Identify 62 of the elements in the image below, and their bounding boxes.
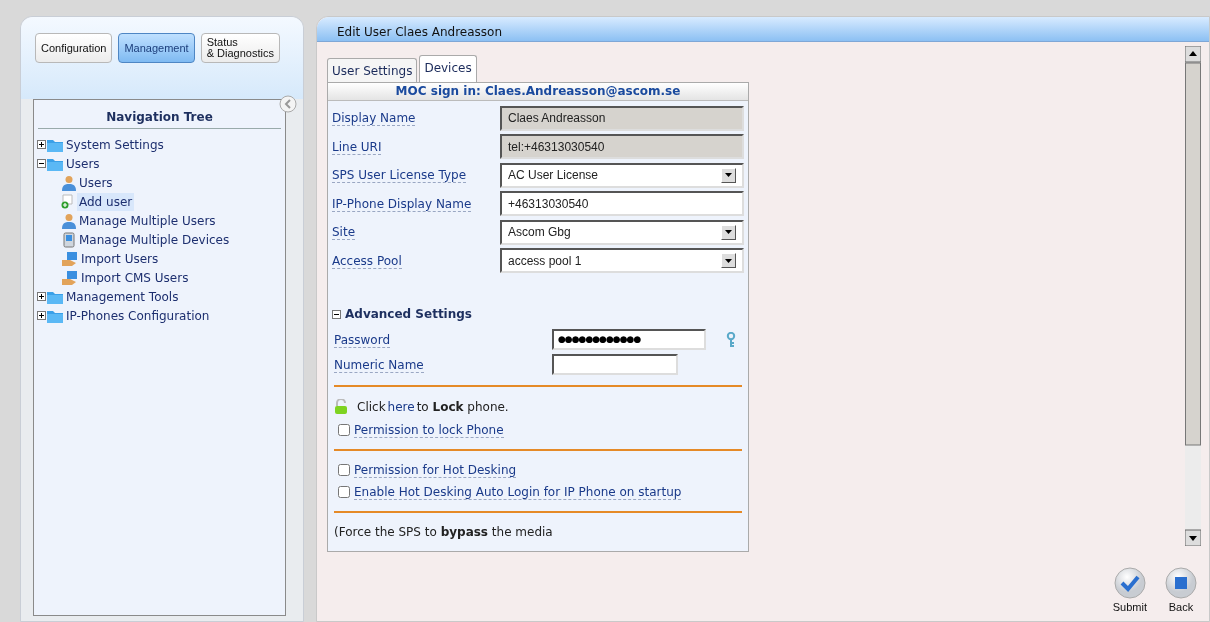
field-label: Line URI	[332, 139, 382, 155]
collapse-icon[interactable]	[37, 159, 46, 168]
nav-tab[interactable]: Status & Diagnostics	[200, 33, 280, 63]
form-header: MOC sign in: Claes.Andreasson@ascom.se	[328, 83, 748, 101]
checkbox-label[interactable]: Enable Hot Desking Auto Login for IP Phone on startup	[354, 484, 682, 500]
check-icon	[1113, 566, 1146, 599]
dropdown[interactable]: Ascom Gbg	[500, 219, 744, 245]
dropdown[interactable]: AC User License	[500, 162, 744, 188]
checkbox[interactable]	[338, 464, 350, 476]
tree-item[interactable]: Users	[77, 173, 115, 192]
tree-item[interactable]: Manage Multiple Users	[77, 211, 218, 230]
field-label: IP-Phone Display Name	[332, 196, 472, 212]
checkbox[interactable]	[338, 424, 350, 436]
input-field[interactable]: +46313030540	[500, 191, 744, 217]
tree-item[interactable]: Management Tools	[64, 287, 181, 306]
scrollbar[interactable]	[1185, 46, 1201, 546]
input-field[interactable]: ●●●●●●●●●●●●	[552, 329, 706, 350]
field-label: SPS User License Type	[332, 168, 467, 184]
panel-header: Edit User Claes Andreasson	[317, 17, 1209, 42]
hand-icon	[61, 269, 79, 286]
lock-text: to Lock phone.	[416, 399, 509, 416]
nav-tab[interactable]: Management	[118, 33, 195, 63]
tree-item[interactable]: Import Users	[79, 249, 161, 268]
field-label: Display Name	[332, 111, 416, 127]
tree-title: Navigation Tree	[38, 100, 281, 129]
dropdown[interactable]: access pool 1	[500, 248, 744, 274]
tree-item[interactable]: System Settings	[64, 135, 166, 154]
submit-button[interactable]: Submit	[1112, 566, 1147, 615]
field-label: Numeric Name	[334, 357, 424, 373]
tab[interactable]: User Settings	[327, 58, 418, 82]
tree-item[interactable]: Users	[64, 154, 102, 173]
back-button[interactable]: Back	[1165, 566, 1197, 615]
nav-tab[interactable]: Configuration	[35, 33, 113, 63]
user-icon	[61, 174, 77, 191]
caret-icon	[725, 258, 732, 263]
collapse-icon[interactable]	[332, 309, 341, 319]
user-icon	[61, 212, 77, 229]
field-label: Password	[334, 332, 391, 348]
field-label: Site	[332, 225, 356, 241]
checkbox[interactable]	[338, 486, 350, 498]
phone-icon	[61, 231, 77, 248]
stop-icon	[1165, 566, 1197, 599]
input-field[interactable]	[552, 354, 678, 375]
lock-link[interactable]: here	[387, 398, 415, 416]
key-icon[interactable]	[726, 331, 736, 348]
checkbox-label[interactable]: Permission for Hot Desking	[354, 462, 517, 478]
tab[interactable]: Devices	[419, 55, 477, 82]
note-text: (Force the SPS to bypass the media	[333, 524, 554, 541]
section-title: Advanced Settings	[345, 306, 472, 323]
expand-icon[interactable]	[37, 292, 46, 301]
tree-item[interactable]: Import CMS Users	[79, 268, 191, 287]
lock-text: Click	[357, 399, 386, 416]
tree-item[interactable]: IP-Phones Configuration	[64, 306, 212, 325]
tree-item[interactable]: Manage Multiple Devices	[77, 230, 232, 249]
hand-icon	[61, 250, 79, 267]
tree-item[interactable]: Add user	[77, 192, 135, 211]
caret-icon	[725, 230, 732, 235]
checkbox-label[interactable]: Permission to lock Phone	[354, 422, 504, 438]
field-label: Access Pool	[332, 253, 402, 269]
caret-icon	[725, 173, 732, 178]
expand-icon[interactable]	[37, 311, 46, 320]
expand-icon[interactable]	[37, 140, 46, 149]
